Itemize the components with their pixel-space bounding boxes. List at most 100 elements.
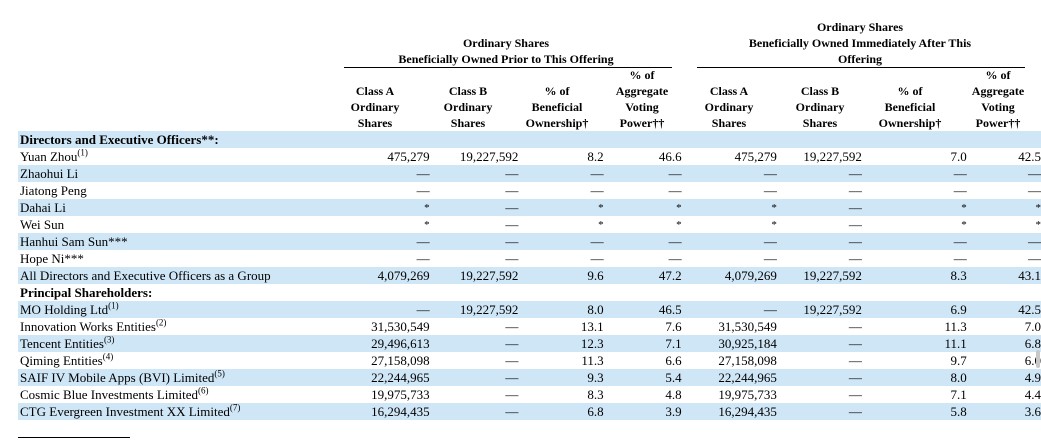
value-text: 19,227,592 xyxy=(459,302,519,317)
value-text: 9.7 xyxy=(950,353,967,368)
cell-value: — xyxy=(518,250,604,267)
cell-value: 9.3 xyxy=(518,369,604,386)
section-row: Principal Shareholders: xyxy=(18,284,1041,301)
value-text: * xyxy=(771,219,777,231)
cell-value: 6.6 xyxy=(604,352,681,369)
dash-mark: — xyxy=(848,200,862,215)
cell-value: — xyxy=(861,165,967,182)
cell-value: — xyxy=(776,199,862,216)
footnote-ref: (2) xyxy=(155,317,167,328)
cell-value: — xyxy=(776,233,862,250)
cell-value: 9.7 xyxy=(862,352,967,369)
cell-value: — xyxy=(337,250,430,267)
cell-value: — xyxy=(862,250,967,267)
value-text: 31,530,549 xyxy=(718,319,777,334)
value-text: 13.1 xyxy=(580,319,604,334)
holder-name: All Directors and Executive Officers as … xyxy=(18,267,338,284)
value-text: 4.4 xyxy=(1024,387,1041,402)
value-text: 4,079,269 xyxy=(724,268,777,283)
table-row: Dahai Li * — * * * — * * xyxy=(18,199,1041,216)
scrollbar-thumb[interactable] xyxy=(1036,350,1040,368)
holder-name-text: All Directors and Executive Officers as … xyxy=(20,268,271,283)
holder-name: Yuan Zhou(1) xyxy=(18,148,337,165)
column-header-line: Class B xyxy=(448,84,488,98)
cell-value: 11.3 xyxy=(862,318,966,335)
group-header-prior-line1: Ordinary Shares xyxy=(462,36,550,50)
dash-mark: — xyxy=(416,234,430,249)
dash-mark: — xyxy=(505,217,519,232)
value-text: 27,158,098 xyxy=(371,353,430,368)
cell-value: 6.0 xyxy=(967,352,1041,369)
cell-value: — xyxy=(776,369,862,386)
cell-value xyxy=(681,131,777,148)
table-row: Hope Ni*** — — — — — — — — xyxy=(18,250,1041,267)
cell-value: — xyxy=(604,250,682,267)
section-row: Directors and Executive Officers**: xyxy=(18,131,1041,148)
cell-value: 22,244,965 xyxy=(337,369,430,386)
holder-name-text: SAIF IV Mobile Apps (BVI) Limited xyxy=(20,370,215,385)
holder-name-text: Zhaohui Li xyxy=(20,166,79,181)
value-text: 19,227,592 xyxy=(459,149,519,164)
value-text: 46.5 xyxy=(658,302,682,317)
holder-name-text: Tencent Entities xyxy=(20,336,104,351)
cell-value: — xyxy=(776,165,862,182)
holder-name: Dahai Li xyxy=(18,199,338,216)
cell-value: 22,244,965 xyxy=(681,369,777,386)
cell-value: 19,227,592 xyxy=(429,267,519,284)
holder-name-text: Qiming Entities xyxy=(20,353,103,368)
cell-value: — xyxy=(862,182,967,199)
dash-mark: — xyxy=(848,353,862,368)
cell-value: — xyxy=(430,216,519,233)
cell-value: — xyxy=(430,250,518,267)
cell-value: — xyxy=(777,386,862,403)
value-text: 11.1 xyxy=(944,336,967,351)
table-row: Qiming Entities(4) 27,158,098 — 11.3 6.6 27,1… xyxy=(18,352,1041,369)
cell-value: 5.8 xyxy=(861,403,967,420)
dash-mark: — xyxy=(668,234,682,249)
value-text: 22,244,965 xyxy=(718,370,777,385)
cell-value: — xyxy=(861,233,967,250)
footnote-ref: (4) xyxy=(102,351,114,362)
cell-value: * xyxy=(603,199,682,216)
value-text: 3.6 xyxy=(1024,404,1041,419)
cell-value xyxy=(337,284,429,301)
value-text: 4.9 xyxy=(1024,370,1041,385)
value-text: 16,294,435 xyxy=(371,404,430,419)
holder-name-text: Directors and Executive Officers**: xyxy=(20,132,219,147)
column-header-line: Ordinary xyxy=(704,100,754,114)
column-header-line: % of xyxy=(985,68,1011,82)
cell-value: 475,279 xyxy=(682,148,777,165)
cell-value: 7.6 xyxy=(604,318,681,335)
value-text: * xyxy=(961,219,967,231)
dash-mark: — xyxy=(505,353,519,368)
value-text: * xyxy=(424,202,430,214)
value-text: 475,279 xyxy=(387,149,430,164)
holder-name-text: Yuan Zhou xyxy=(20,149,78,164)
cell-value: 7.1 xyxy=(603,335,682,352)
value-text: 47.2 xyxy=(658,268,682,283)
cell-value: 46.5 xyxy=(603,301,682,318)
cell-value: 8.0 xyxy=(861,369,967,386)
cell-value: * xyxy=(518,199,604,216)
holder-name: Jiatong Peng xyxy=(18,182,337,199)
column-header-line: Power†† xyxy=(619,116,665,132)
value-text: 4.8 xyxy=(665,387,682,402)
footnote-ref: (3) xyxy=(103,334,115,345)
dash-mark: — xyxy=(848,166,862,181)
column-header-line: Beneficial xyxy=(884,100,936,114)
column-header-line xyxy=(679,67,779,83)
cell-value xyxy=(337,131,430,148)
table-row: Zhaohui Li — — — — — — — — xyxy=(18,165,1041,182)
group-header-prior: Ordinary Shares Beneficially Owned Prior… xyxy=(340,35,672,67)
footnote-ref: (5) xyxy=(214,368,225,379)
dash-mark: — xyxy=(505,319,519,334)
dash-mark: — xyxy=(1028,234,1041,249)
value-text: * xyxy=(598,219,604,231)
holder-name: Cosmic Blue Investments Limited(6) xyxy=(18,386,337,403)
cell-value: 4.4 xyxy=(967,386,1041,403)
cell-value: 19,227,592 xyxy=(429,301,519,318)
column-header-line: Ordinary xyxy=(443,100,493,114)
cell-value: — xyxy=(430,386,518,403)
column-header-line: Shares xyxy=(450,116,486,132)
cell-value: * xyxy=(966,199,1041,216)
